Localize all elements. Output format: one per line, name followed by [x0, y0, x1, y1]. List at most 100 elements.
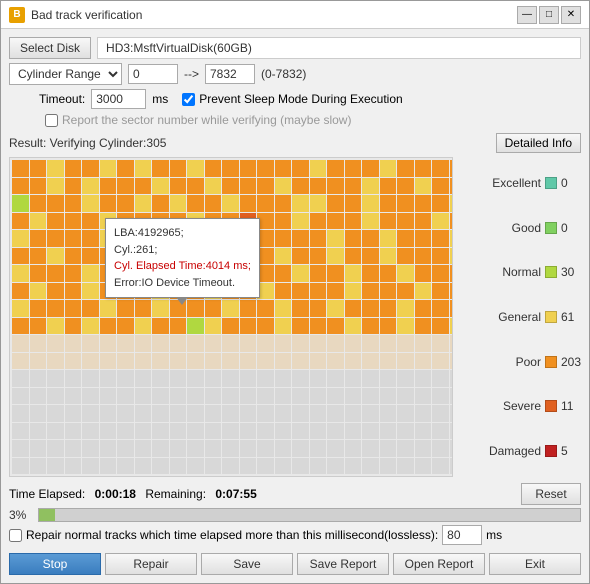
grid-cell[interactable]	[117, 353, 134, 370]
grid-cell[interactable]	[292, 458, 309, 475]
grid-cell[interactable]	[292, 265, 309, 282]
grid-cell[interactable]	[397, 248, 414, 265]
grid-cell[interactable]	[30, 405, 47, 422]
grid-cell[interactable]	[450, 300, 454, 317]
grid-cell[interactable]	[345, 283, 362, 300]
grid-cell[interactable]	[12, 405, 29, 422]
grid-cell[interactable]	[187, 335, 204, 352]
grid-cell[interactable]	[187, 458, 204, 475]
grid-cell[interactable]	[100, 318, 117, 335]
grid-cell[interactable]	[152, 370, 169, 387]
grid-cell[interactable]	[240, 405, 257, 422]
grid-cell[interactable]	[205, 195, 222, 212]
grid-cell[interactable]	[310, 370, 327, 387]
grid-cell[interactable]	[432, 265, 449, 282]
grid-cell[interactable]	[275, 248, 292, 265]
grid-cell[interactable]	[170, 458, 187, 475]
grid-cell[interactable]	[170, 388, 187, 405]
grid-cell[interactable]	[100, 300, 117, 317]
grid-cell[interactable]	[205, 405, 222, 422]
grid-cell[interactable]	[380, 160, 397, 177]
grid-cell[interactable]	[152, 318, 169, 335]
grid-cell[interactable]	[345, 230, 362, 247]
grid-cell[interactable]	[257, 335, 274, 352]
grid-cell[interactable]	[12, 248, 29, 265]
maximize-button[interactable]: □	[539, 6, 559, 24]
grid-cell[interactable]	[345, 335, 362, 352]
grid-cell[interactable]	[345, 405, 362, 422]
grid-cell[interactable]	[362, 440, 379, 457]
grid-cell[interactable]	[47, 353, 64, 370]
grid-cell[interactable]	[362, 178, 379, 195]
grid-cell[interactable]	[135, 388, 152, 405]
grid-cell[interactable]	[82, 248, 99, 265]
grid-cell[interactable]	[275, 230, 292, 247]
grid-cell[interactable]	[327, 405, 344, 422]
grid-cell[interactable]	[30, 440, 47, 457]
grid-cell[interactable]	[327, 195, 344, 212]
grid-cell[interactable]	[292, 160, 309, 177]
grid-cell[interactable]	[275, 213, 292, 230]
grid-cell[interactable]	[205, 178, 222, 195]
grid-cell[interactable]	[82, 405, 99, 422]
grid-cell[interactable]	[415, 300, 432, 317]
grid-cell[interactable]	[397, 405, 414, 422]
grid-cell[interactable]	[187, 440, 204, 457]
grid-cell[interactable]	[47, 300, 64, 317]
grid-cell[interactable]	[47, 178, 64, 195]
grid-cell[interactable]	[257, 440, 274, 457]
grid-cell[interactable]	[187, 405, 204, 422]
grid-cell[interactable]	[432, 353, 449, 370]
grid-cell[interactable]	[292, 388, 309, 405]
grid-cell[interactable]	[82, 178, 99, 195]
grid-cell[interactable]	[152, 440, 169, 457]
grid-cell[interactable]	[310, 160, 327, 177]
grid-cell[interactable]	[222, 405, 239, 422]
grid-cell[interactable]	[170, 178, 187, 195]
grid-cell[interactable]	[65, 195, 82, 212]
grid-cell[interactable]	[345, 195, 362, 212]
grid-cell[interactable]	[432, 178, 449, 195]
grid-cell[interactable]	[82, 230, 99, 247]
grid-cell[interactable]	[135, 370, 152, 387]
grid-cell[interactable]	[415, 388, 432, 405]
grid-cell[interactable]	[82, 388, 99, 405]
cylinder-range-select[interactable]: Cylinder Range	[9, 63, 122, 85]
grid-cell[interactable]	[432, 405, 449, 422]
grid-cell[interactable]	[117, 318, 134, 335]
grid-cell[interactable]	[12, 178, 29, 195]
grid-cell[interactable]	[397, 230, 414, 247]
grid-cell[interactable]	[30, 248, 47, 265]
grid-cell[interactable]	[257, 195, 274, 212]
grid-cell[interactable]	[30, 230, 47, 247]
close-button[interactable]: ✕	[561, 6, 581, 24]
grid-cell[interactable]	[152, 195, 169, 212]
grid-cell[interactable]	[12, 160, 29, 177]
grid-cell[interactable]	[170, 160, 187, 177]
grid-cell[interactable]	[170, 335, 187, 352]
grid-cell[interactable]	[450, 423, 454, 440]
grid-cell[interactable]	[222, 388, 239, 405]
grid-cell[interactable]	[82, 195, 99, 212]
grid-cell[interactable]	[345, 265, 362, 282]
grid-cell[interactable]	[205, 388, 222, 405]
grid-cell[interactable]	[30, 300, 47, 317]
grid-cell[interactable]	[82, 370, 99, 387]
grid-cell[interactable]	[30, 318, 47, 335]
grid-cell[interactable]	[65, 405, 82, 422]
save-report-button[interactable]: Save Report	[297, 553, 389, 575]
repair-ms-input[interactable]	[442, 525, 482, 545]
grid-cell[interactable]	[240, 353, 257, 370]
grid-cell[interactable]	[100, 458, 117, 475]
grid-cell[interactable]	[310, 335, 327, 352]
grid-cell[interactable]	[47, 265, 64, 282]
grid-cell[interactable]	[100, 370, 117, 387]
grid-cell[interactable]	[450, 265, 454, 282]
grid-cell[interactable]	[380, 423, 397, 440]
grid-cell[interactable]	[432, 230, 449, 247]
grid-cell[interactable]	[82, 423, 99, 440]
grid-cell[interactable]	[222, 353, 239, 370]
grid-cell[interactable]	[450, 213, 454, 230]
grid-cell[interactable]	[292, 318, 309, 335]
grid-cell[interactable]	[205, 318, 222, 335]
